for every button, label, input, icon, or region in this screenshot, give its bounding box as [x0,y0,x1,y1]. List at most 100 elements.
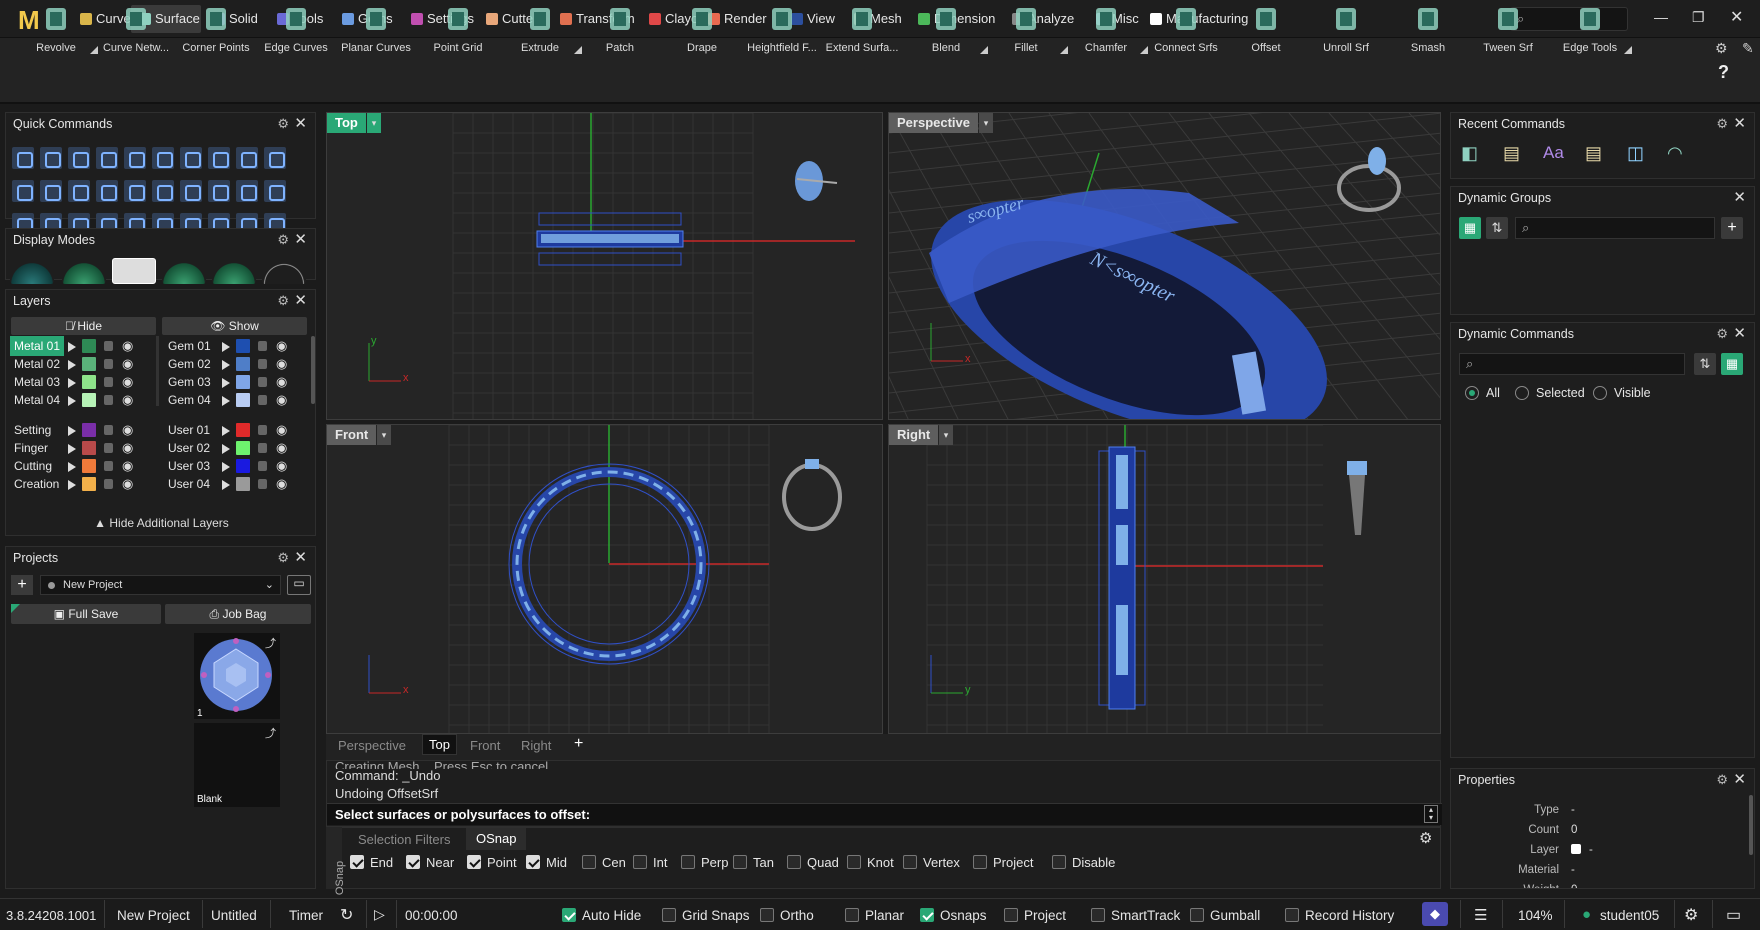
tool-corner-points[interactable]: Corner Points [176,4,256,54]
quick-command-icon[interactable] [264,180,286,202]
display-mode-technical[interactable] [262,258,306,284]
hide-additional-layers[interactable]: ▲ Hide Additional Layers [6,516,317,530]
eye-icon[interactable]: ◉ [276,438,287,458]
layer-color-swatch[interactable] [82,375,96,389]
tool-dropdown-icon[interactable] [1624,46,1632,54]
job-bag-button[interactable]: ⎙ Job Bag [165,604,311,624]
display-mode-rendered[interactable] [112,258,156,284]
lock-icon[interactable] [258,377,267,387]
checkbox[interactable] [847,855,861,869]
layer-name[interactable]: Metal 02 [10,354,64,374]
quick-command-icon[interactable] [96,180,118,202]
offset-icon[interactable]: ◠ [1667,143,1683,164]
tool-tween-srf[interactable]: Tween Srf [1468,4,1548,54]
layer-row[interactable]: Gem 03 ◉ [164,372,304,392]
layer-name[interactable]: User 03 [164,456,218,476]
viewport-label-perspective[interactable]: Perspective [889,113,978,133]
layer-row[interactable]: Finger ◉ [10,438,150,458]
layer-row[interactable]: User 04 ◉ [164,474,304,494]
tool-offset[interactable]: Offset [1226,4,1306,54]
play-icon[interactable] [222,426,230,436]
checkbox[interactable] [903,855,917,869]
close-icon[interactable]: ✕ [294,290,307,312]
layer-color-swatch[interactable] [236,477,250,491]
layer-color-swatch[interactable] [82,357,96,371]
checkbox[interactable] [760,908,774,922]
toggle-smarttrack[interactable]: SmartTrack [1091,908,1180,923]
radio-button[interactable] [1465,386,1479,400]
osnap-perp[interactable]: Perp [681,855,728,870]
checkbox[interactable] [633,855,647,869]
table-view-icon[interactable]: ▦ [1459,217,1481,239]
viewport-top[interactable]: y x Top ▾ [326,112,883,420]
user-name[interactable]: student05 [1600,908,1659,923]
quick-command-icon[interactable] [152,147,174,169]
show-layers-button[interactable]: 👁 Show [162,317,307,335]
checkbox[interactable] [681,855,695,869]
layer-name[interactable]: Gem 01 [164,336,218,356]
layer-row[interactable]: Gem 04 ◉ [164,390,304,410]
checkbox[interactable] [582,855,596,869]
lock-icon[interactable] [104,443,113,453]
play-icon[interactable] [68,462,76,472]
eye-icon[interactable]: ◉ [122,336,133,356]
layer-color-swatch[interactable] [236,339,250,353]
osnap-settings-icon[interactable]: ⚙ [1419,829,1432,847]
layer-row[interactable]: Creation ◉ [10,474,150,494]
layer-name[interactable]: Gem 02 [164,354,218,374]
checkbox[interactable] [787,855,801,869]
close-icon[interactable]: ✕ [294,113,307,135]
eye-icon[interactable]: ◉ [122,456,133,476]
layer-row[interactable]: User 03 ◉ [164,456,304,476]
eye-icon[interactable]: ◉ [276,354,287,374]
layer-color-swatch[interactable] [236,459,250,473]
lock-icon[interactable] [258,425,267,435]
lock-icon[interactable] [258,461,267,471]
quick-command-icon[interactable] [68,147,90,169]
osnap-knot[interactable]: Knot [847,855,894,870]
lock-icon[interactable] [104,341,113,351]
quick-command-icon[interactable] [236,147,258,169]
layer-name[interactable]: User 02 [164,438,218,458]
layer-color-swatch[interactable] [82,393,96,407]
quick-command-icon[interactable] [180,147,202,169]
viewport-label-front[interactable]: Front [327,425,377,445]
command-search-input[interactable]: ⌕ [1459,353,1685,375]
layer-name[interactable]: Gem 03 [164,372,218,392]
layer-color-swatch[interactable] [82,423,96,437]
layer-name[interactable]: Cutting [10,456,64,476]
open-folder-button[interactable]: ▭ [287,575,311,595]
layer-color-swatch[interactable] [236,357,250,371]
layer-name[interactable]: Metal 04 [10,390,64,410]
chevron-down-icon[interactable]: ▾ [979,113,993,133]
tool-smash[interactable]: Smash [1388,4,1468,54]
minimize-button[interactable]: — [1654,9,1668,25]
quick-command-icon[interactable] [236,180,258,202]
viewport-tab[interactable]: Top [422,734,457,755]
layer-color-swatch[interactable] [236,423,250,437]
sort-icon[interactable]: ⇅ [1486,217,1508,239]
table-view-icon[interactable]: ▦ [1721,353,1743,375]
lock-icon[interactable] [104,461,113,471]
radio-selected[interactable]: Selected [1515,386,1585,400]
lock-icon[interactable] [258,395,267,405]
tool-curve-netw[interactable]: Curve Netw... [96,4,176,54]
checkbox[interactable] [562,908,576,922]
viewport-right[interactable]: y Right ▾ [888,424,1441,734]
checkbox[interactable] [1052,855,1066,869]
close-icon[interactable]: ✕ [1733,769,1746,791]
layer-row[interactable]: User 01 ◉ [164,420,304,440]
quick-command-icon[interactable] [12,147,34,169]
radio-all[interactable]: All [1465,386,1500,400]
osnap-point[interactable]: Point [467,855,517,870]
tool-extrude[interactable]: Extrude [500,4,582,54]
lock-icon[interactable] [104,395,113,405]
toggle-record-history[interactable]: Record History [1285,908,1394,923]
quick-command-icon[interactable] [40,180,62,202]
play-icon[interactable] [222,342,230,352]
tool-unroll-srf[interactable]: Unroll Srf [1306,4,1386,54]
layer-name[interactable]: Metal 03 [10,372,64,392]
command-input[interactable]: Select surfaces or polysurfaces to offse… [327,803,1442,825]
checkbox[interactable] [920,908,934,922]
layer-row[interactable]: Metal 03 ◉ [10,372,150,392]
